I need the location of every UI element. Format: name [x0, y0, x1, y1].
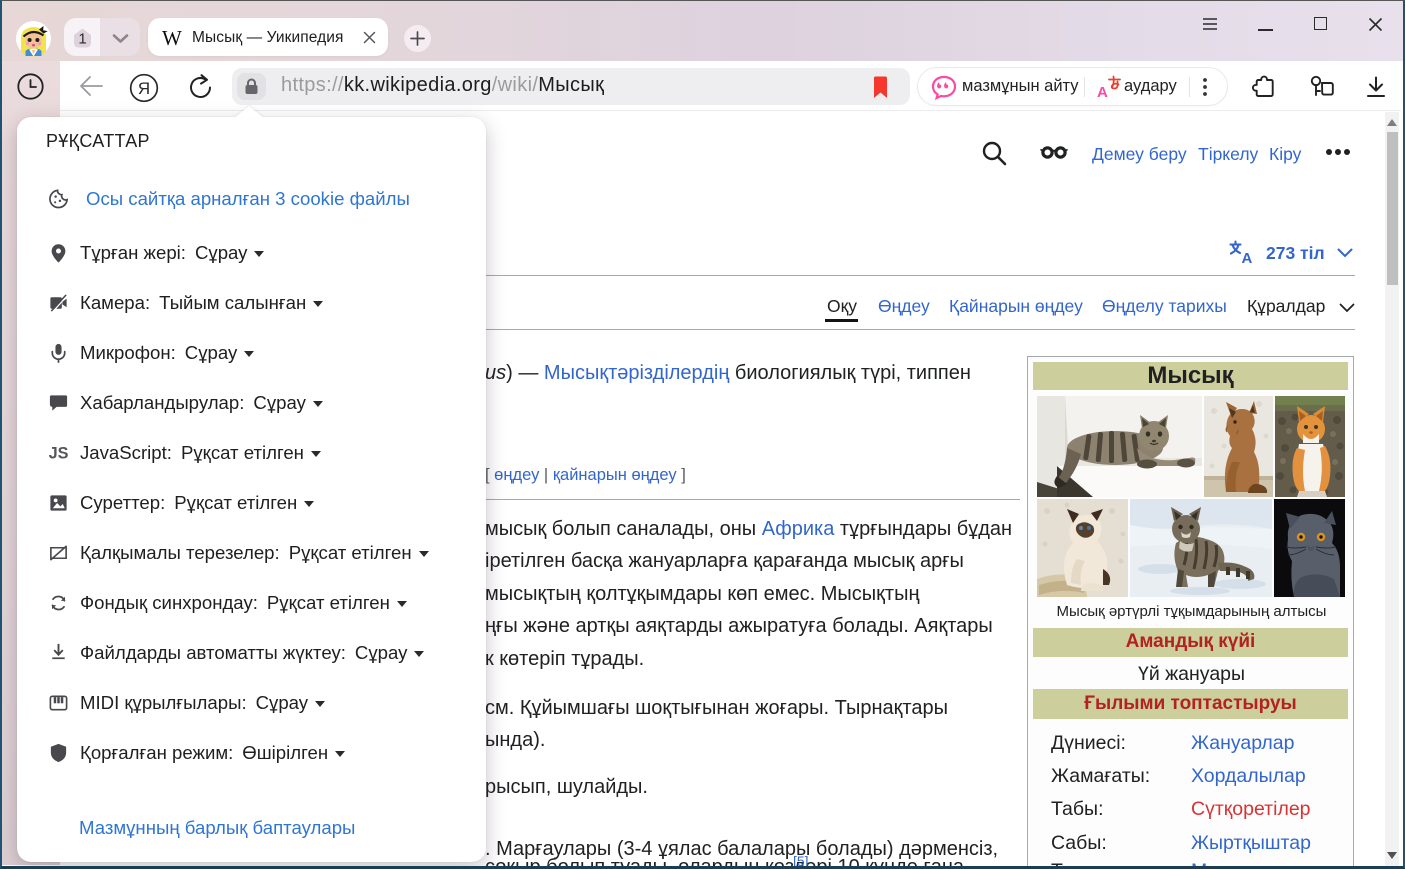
- svg-text:A: A: [1242, 250, 1253, 264]
- svg-text:JS: JS: [49, 445, 69, 463]
